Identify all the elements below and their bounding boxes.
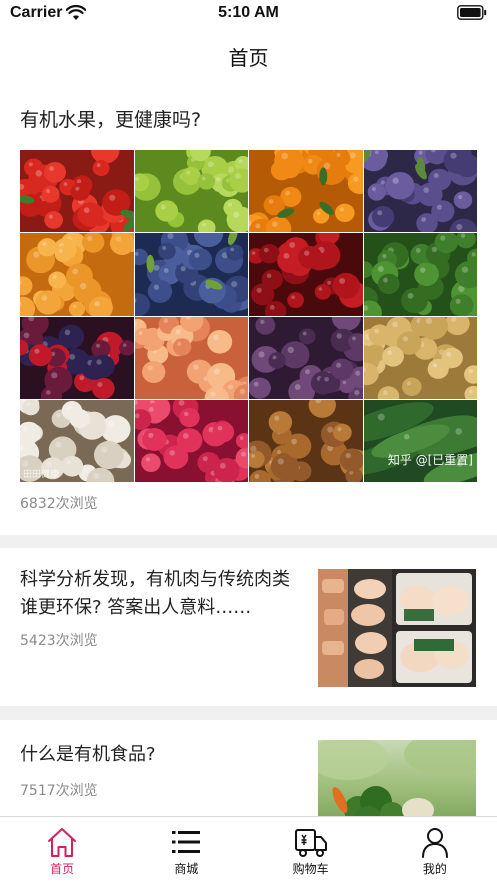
collage-tile-cherries bbox=[249, 233, 363, 316]
collage-tile-raspberries bbox=[134, 399, 248, 482]
tab-label: 我的 bbox=[422, 862, 447, 876]
collage-tile-potatoes bbox=[363, 316, 477, 399]
collage-tile-hazelnuts bbox=[249, 399, 363, 482]
tab-bar: 首页 商城 购物车 我的 bbox=[0, 816, 497, 883]
collage-tile-peaches bbox=[134, 316, 248, 399]
article-feed[interactable]: 有机水果，更健康吗? 田田健康 知乎 @[已重置] 6832次浏览 科学分析发现，… bbox=[0, 80, 497, 816]
truck-icon bbox=[294, 829, 327, 857]
collage-tile-figs bbox=[249, 316, 363, 399]
user-icon bbox=[421, 828, 448, 858]
article-thumbnail bbox=[318, 569, 476, 687]
tab-cart[interactable]: 购物车 bbox=[249, 817, 373, 883]
tab-label: 首页 bbox=[50, 862, 75, 876]
tab-home[interactable]: 首页 bbox=[0, 817, 124, 883]
page-title: 首页 bbox=[228, 46, 269, 70]
collage-tile-broccoli bbox=[363, 233, 477, 316]
collage-tile-apricots bbox=[20, 233, 134, 316]
separator bbox=[0, 706, 497, 720]
collage-tile-mushrooms: 田田健康 bbox=[20, 399, 134, 482]
collage-tile-oranges bbox=[249, 150, 363, 233]
collage-tile-green-grapes bbox=[134, 150, 248, 233]
collage-tile-strawberries bbox=[20, 150, 134, 233]
nav-bar: 首页 bbox=[0, 30, 497, 80]
status-time: 5:10 AM bbox=[218, 4, 279, 21]
article-title: 科学分析发现，有机肉与传统肉类谁更环保? 答案出人意料…… bbox=[20, 569, 290, 618]
collage-tile-blueberries bbox=[134, 233, 248, 316]
home-icon bbox=[48, 828, 77, 857]
article-thumbnail bbox=[318, 740, 476, 816]
article-image: 田田健康 知乎 @[已重置] bbox=[20, 150, 477, 482]
tab-label: 商城 bbox=[174, 862, 199, 876]
status-bar: Carrier 5:10 AM bbox=[0, 0, 497, 30]
view-count: 6832次浏览 bbox=[20, 496, 98, 512]
image-watermark: 知乎 @[已重置] bbox=[387, 453, 473, 467]
view-count: 7517次浏览 bbox=[20, 783, 98, 799]
collage-tile-cucumbers: 知乎 @[已重置] bbox=[363, 399, 477, 482]
article-card[interactable]: 什么是有机食品? 7517次浏览 bbox=[0, 720, 497, 816]
tab-shop[interactable]: 商城 bbox=[124, 817, 248, 883]
list-icon bbox=[172, 831, 201, 853]
article-title: 有机水果，更健康吗? bbox=[20, 109, 202, 131]
article-title: 什么是有机食品? bbox=[20, 744, 156, 765]
tab-label: 购物车 bbox=[292, 862, 329, 876]
collage-tile-mixed-berries bbox=[20, 316, 134, 399]
article-card[interactable]: 有机水果，更健康吗? 田田健康 知乎 @[已重置] 6832次浏览 bbox=[0, 80, 497, 535]
battery-icon bbox=[457, 5, 487, 20]
article-card[interactable]: 科学分析发现，有机肉与传统肉类谁更环保? 答案出人意料…… 5423次浏览 bbox=[0, 548, 497, 706]
image-watermark: 田田健康 bbox=[23, 470, 60, 480]
view-count: 5423次浏览 bbox=[20, 633, 98, 649]
tab-profile[interactable]: 我的 bbox=[373, 817, 497, 883]
separator bbox=[0, 535, 497, 548]
collage-tile-plums bbox=[363, 150, 477, 233]
